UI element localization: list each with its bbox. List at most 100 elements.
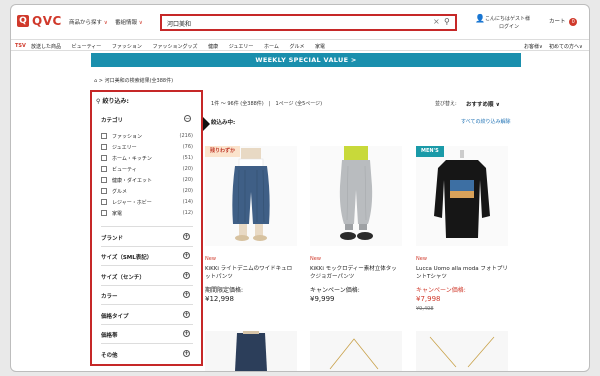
- new-badge: New: [416, 256, 427, 262]
- checkbox[interactable]: [101, 144, 107, 150]
- browser-frame: Q QVC 商品から探す ∨ 番組情報 ∨ × ⚲ 👤 こんにちはゲスト様 ログ…: [10, 4, 590, 372]
- divider: [101, 226, 193, 227]
- price-label: キャンペーン価格:: [310, 287, 360, 294]
- checkbox[interactable]: [101, 133, 107, 139]
- brand-filter[interactable]: ブランド +: [101, 233, 193, 242]
- checkbox[interactable]: [101, 188, 107, 194]
- mens-tag: MEN'S: [416, 146, 444, 157]
- category-checkbox-row[interactable]: ジュエリー (76): [101, 143, 193, 151]
- price-label: キャンペーン価格:: [416, 287, 466, 294]
- active-filters-label: 絞込み中:: [211, 120, 236, 126]
- favorites-link[interactable]: お客様∨: [524, 43, 543, 50]
- category-link[interactable]: ホーム: [264, 44, 279, 50]
- expand-icon[interactable]: +: [183, 311, 190, 318]
- collapse-icon[interactable]: −: [184, 115, 191, 122]
- greeting-text: こんにちはゲスト様: [485, 16, 531, 22]
- tsv-link[interactable]: TSV: [15, 43, 26, 49]
- nav-program-info[interactable]: 番組情報 ∨: [115, 18, 143, 26]
- logo-mark-icon: Q: [17, 15, 29, 27]
- product-price: ¥7,998: [416, 295, 441, 303]
- product-card[interactable]: New KiKKi モックロディー素材立体タックジョガーパンツ キャンペーン価格…: [310, 146, 402, 316]
- other-filter[interactable]: その他 +: [101, 350, 193, 359]
- product-image[interactable]: [310, 146, 402, 246]
- chevron-down-icon: ∨: [103, 20, 108, 26]
- chevron-down-icon: ∨: [579, 44, 583, 50]
- clear-all-filters-link[interactable]: すべての絞り込み解除: [461, 118, 510, 125]
- expand-icon[interactable]: +: [183, 350, 190, 357]
- breadcrumb-current: 河口美和の検索結果(全388件): [104, 78, 174, 84]
- category-checkbox-row[interactable]: 家電 (12): [101, 209, 193, 217]
- product-image[interactable]: [205, 331, 297, 371]
- category-link[interactable]: 家電: [315, 44, 325, 50]
- search-box: × ⚲: [160, 14, 457, 31]
- expand-icon[interactable]: +: [183, 272, 190, 279]
- first-time-link[interactable]: 初めての方へ∨: [549, 43, 583, 50]
- category-checkbox-row[interactable]: 健康・ダイエット (20): [101, 176, 193, 184]
- cart-button[interactable]: カート 0: [549, 17, 578, 26]
- sort-label: 並び替え:: [435, 101, 457, 107]
- logo-text: QVC: [32, 14, 62, 28]
- weekly-special-banner[interactable]: WEEKLY SPECIAL VALUE >: [91, 53, 521, 67]
- product-name[interactable]: KiKKi モックロディー素材立体タックジョガーパンツ: [310, 265, 402, 281]
- sort-select[interactable]: おすすめ順 ∨: [466, 100, 500, 108]
- checkbox[interactable]: [101, 177, 107, 183]
- category-checkbox-row[interactable]: ホーム・キッチン (51): [101, 154, 193, 162]
- checkbox[interactable]: [101, 155, 107, 161]
- category-checkbox-row[interactable]: ファッション (216): [101, 132, 193, 140]
- product-name[interactable]: KiKKi ライトデニムのワイドキュロットパンツ: [205, 265, 297, 281]
- divider: [101, 285, 193, 286]
- price-type-filter[interactable]: 価格タイプ +: [101, 311, 193, 320]
- product-image[interactable]: [416, 331, 508, 371]
- checkbox[interactable]: [101, 166, 107, 172]
- chevron-down-icon: ∨: [539, 44, 543, 50]
- nav-shop-by-product[interactable]: 商品から探す ∨: [69, 18, 108, 26]
- category-link[interactable]: 放送した商品: [31, 44, 61, 50]
- expand-icon[interactable]: +: [183, 252, 190, 259]
- clear-icon[interactable]: ×: [433, 17, 440, 26]
- category-checkbox-row[interactable]: グルメ (20): [101, 187, 193, 195]
- search-icon[interactable]: ⚲: [444, 17, 450, 26]
- search-input[interactable]: [167, 18, 427, 28]
- size-sml-filter[interactable]: サイズ（SML表記） +: [101, 252, 193, 261]
- divider: [101, 246, 193, 247]
- category-checkbox-row[interactable]: ビューティ (20): [101, 165, 193, 173]
- category-bar: TSV 放送した商品 ビューティー ファッション ファッショングッズ 健康 ジュ…: [11, 39, 589, 51]
- category-link[interactable]: ファッション: [112, 44, 142, 50]
- expand-icon[interactable]: +: [183, 233, 190, 240]
- category-filter-heading[interactable]: カテゴリ: [101, 116, 123, 124]
- product-price: ¥12,998: [205, 295, 234, 303]
- divider: [101, 265, 193, 266]
- expand-icon[interactable]: +: [183, 330, 190, 337]
- checkbox[interactable]: [101, 199, 107, 205]
- product-card[interactable]: MEN'S New Lucca Uomo alla moda フォトプリントTシ…: [416, 146, 508, 316]
- category-link[interactable]: ファッショングッズ: [153, 44, 198, 50]
- user-icon: 👤: [475, 14, 485, 23]
- category-link[interactable]: グルメ: [289, 44, 304, 50]
- divider: [101, 304, 193, 305]
- product-image[interactable]: [310, 331, 402, 371]
- category-link[interactable]: 健康: [208, 44, 218, 50]
- category-link[interactable]: ビューティー: [72, 44, 102, 50]
- product-image[interactable]: [416, 146, 508, 246]
- cart-count-badge: 0: [569, 18, 578, 26]
- price-range-filter[interactable]: 価格帯 +: [101, 330, 193, 339]
- search-icon: ⚲: [96, 98, 101, 105]
- checkbox[interactable]: [101, 210, 107, 216]
- size-cm-filter[interactable]: サイズ（センチ） +: [101, 272, 193, 281]
- breadcrumb: ⌂ > 河口美和の検索結果(全388件): [94, 78, 174, 84]
- expand-icon[interactable]: +: [183, 291, 190, 298]
- new-badge: New: [205, 256, 216, 262]
- product-card[interactable]: 残りわずか New KiKKi ライトデニムのワイドキュロットパンツ 期間限定価…: [205, 146, 297, 316]
- product-name[interactable]: Lucca Uomo alla moda フォトプリントTシャツ: [416, 265, 508, 281]
- color-filter[interactable]: カラー +: [101, 291, 193, 300]
- product-image[interactable]: [205, 146, 297, 246]
- filter-title: ⚲ 絞り込み:: [96, 98, 129, 105]
- category-link[interactable]: ジュエリー: [229, 44, 254, 50]
- divider: [101, 324, 193, 325]
- login-link[interactable]: ログイン: [499, 23, 519, 31]
- category-checkbox-row[interactable]: レジャー・ホビー (14): [101, 198, 193, 206]
- price-label: 期間限定価格:: [205, 287, 244, 294]
- home-icon[interactable]: ⌂: [94, 78, 97, 84]
- qvc-logo[interactable]: Q QVC: [17, 14, 62, 28]
- low-stock-tag: 残りわずか: [205, 146, 241, 157]
